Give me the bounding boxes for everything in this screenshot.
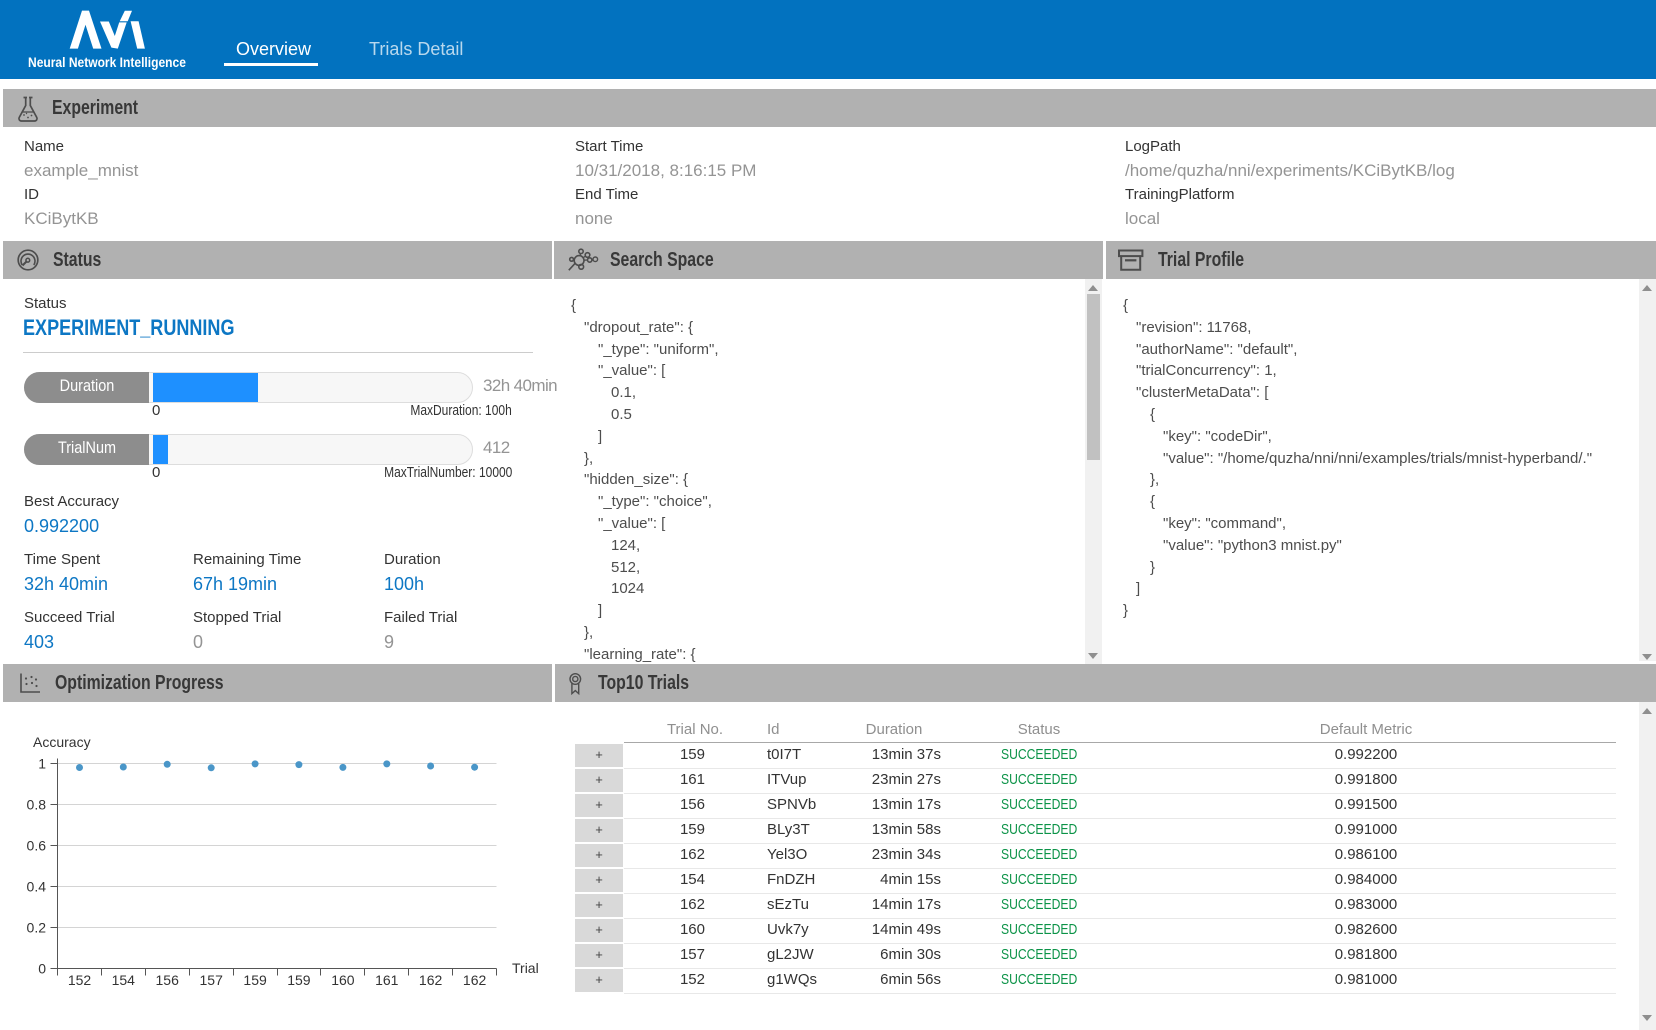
svg-text:0.6: 0.6 <box>27 838 47 854</box>
svg-text:162: 162 <box>463 972 487 988</box>
svg-text:Trial: Trial <box>512 960 539 976</box>
svg-text:0: 0 <box>38 961 46 977</box>
svg-text:Accuracy: Accuracy <box>33 734 91 750</box>
svg-text:157: 157 <box>200 972 224 988</box>
svg-text:1: 1 <box>38 756 46 772</box>
svg-text:159: 159 <box>243 972 267 988</box>
svg-text:160: 160 <box>331 972 355 988</box>
svg-text:159: 159 <box>287 972 311 988</box>
svg-text:156: 156 <box>156 972 180 988</box>
svg-text:0.8: 0.8 <box>27 797 47 813</box>
svg-text:0.4: 0.4 <box>27 879 47 895</box>
svg-text:161: 161 <box>375 972 399 988</box>
svg-text:0.2: 0.2 <box>27 920 47 936</box>
svg-text:154: 154 <box>112 972 136 988</box>
svg-text:162: 162 <box>419 972 443 988</box>
svg-text:152: 152 <box>68 972 92 988</box>
